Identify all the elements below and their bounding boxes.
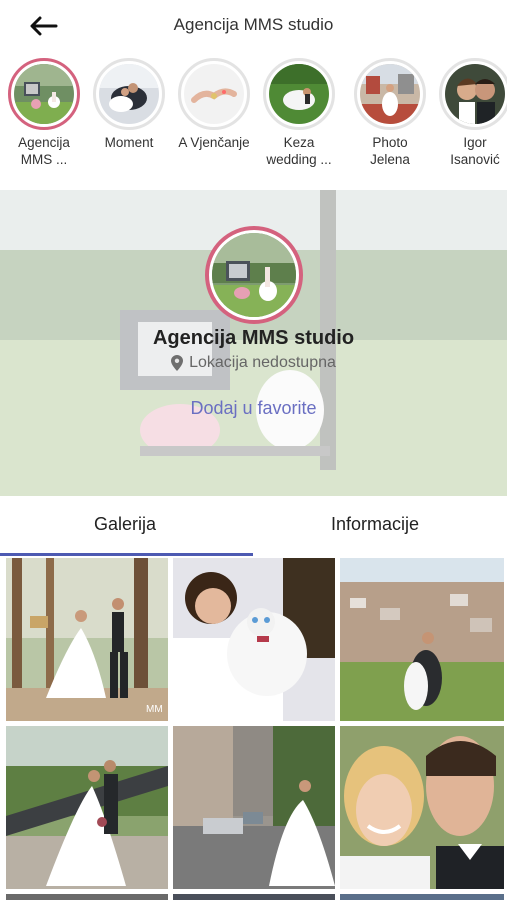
story-label: Keza wedding ... [266, 135, 332, 167]
tab-information[interactable]: Informacije [331, 514, 419, 535]
story-ring [263, 58, 335, 130]
top-bar: Agencija MMS studio [0, 0, 507, 52]
photo-gallery: MM [0, 556, 507, 900]
story-label: A Vjenčanje [178, 135, 250, 150]
story-igor-isanovic[interactable]: Igor Isanović [434, 58, 507, 168]
story-avatar [445, 64, 505, 124]
location-row: Lokacija nedostupna [0, 354, 507, 372]
gallery-photo[interactable] [173, 894, 335, 900]
story-a-vjencanje[interactable]: A Vjenčanje [173, 58, 255, 151]
story-avatar [269, 64, 329, 124]
watermark-text: MM [146, 704, 163, 715]
gallery-photo[interactable] [173, 726, 335, 889]
story-keza-wedding[interactable]: Keza wedding ... [258, 58, 340, 168]
page-title: Agencija MMS studio [173, 15, 334, 34]
gallery-photo[interactable] [340, 726, 504, 889]
story-ring [354, 58, 426, 130]
location-text: Lokacija nedostupna [189, 354, 336, 371]
profile-tabs: Galerija Informacije [0, 496, 507, 556]
story-label: Photo Jelena [370, 135, 410, 167]
location-pin-icon [171, 355, 184, 371]
story-ring [439, 58, 507, 130]
story-avatar [14, 64, 74, 124]
profile-avatar-ring[interactable] [205, 226, 303, 324]
story-avatar [360, 64, 420, 124]
story-avatar [184, 64, 244, 124]
gallery-photo[interactable] [6, 894, 168, 900]
story-ring [178, 58, 250, 130]
profile-cover: Agencija MMS studio Lokacija nedostupna … [0, 190, 507, 496]
story-ring [8, 58, 80, 130]
gallery-photo[interactable]: MM [6, 558, 168, 721]
story-photo-jelena[interactable]: Photo Jelena [349, 58, 431, 168]
story-ring [93, 58, 165, 130]
stories-row[interactable]: Agencija MMS ... Moment A Vjenčanje Keza… [0, 58, 507, 176]
gallery-photo[interactable] [340, 894, 504, 900]
tab-gallery[interactable]: Galerija [94, 514, 156, 535]
story-label: Igor Isanović [450, 135, 500, 167]
profile-name: Agencija MMS studio [152, 327, 355, 349]
story-avatar [99, 64, 159, 124]
story-label: Agencija MMS ... [18, 135, 70, 167]
story-agencija-mms[interactable]: Agencija MMS ... [3, 58, 85, 168]
story-moment[interactable]: Moment [88, 58, 170, 151]
gallery-photo[interactable] [340, 558, 504, 721]
profile-avatar [212, 233, 296, 317]
story-label: Moment [104, 135, 154, 150]
gallery-photo[interactable] [173, 558, 335, 721]
gallery-photo[interactable] [6, 726, 168, 889]
add-to-favorites-link[interactable]: Dodaj u favorite [0, 398, 507, 419]
